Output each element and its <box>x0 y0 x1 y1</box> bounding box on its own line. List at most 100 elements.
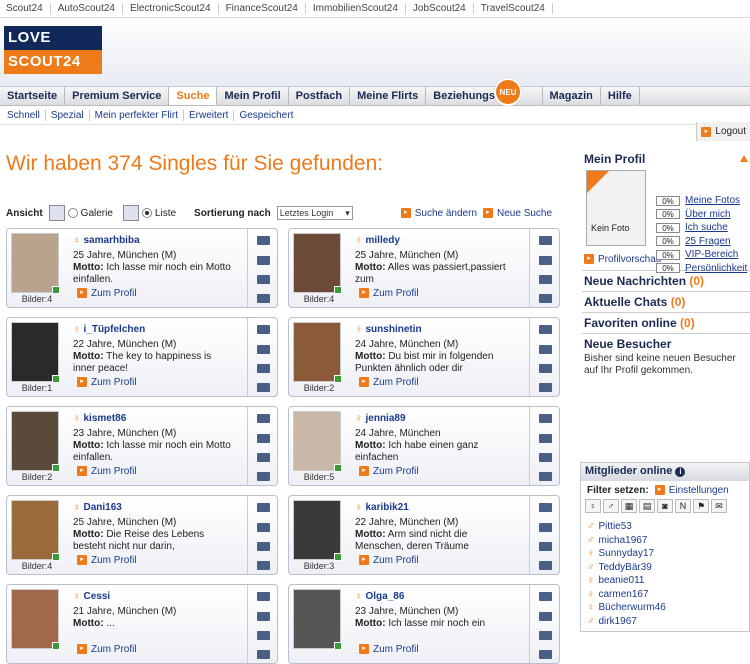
change-search-link[interactable]: ▸ Suche ändern <box>400 208 477 219</box>
chat-icon[interactable] <box>257 503 270 512</box>
member-name-link[interactable]: ♀ Olga_86 <box>355 591 404 602</box>
member-card[interactable]: Bilder:4 ♀ milledy 25 Jahre, München (M) Mot… <box>288 228 560 308</box>
zum-profil-link[interactable]: ▸ Zum Profil <box>359 377 419 388</box>
card-icon[interactable] <box>539 275 552 284</box>
member-photo[interactable] <box>293 322 342 383</box>
subnav-spezial[interactable]: Spezial <box>46 109 90 121</box>
nav-mein-profil[interactable]: Mein Profil <box>217 87 289 105</box>
member-card[interactable]: Bilder:4 ♀ Dani163 25 Jahre, München (M) Mot… <box>6 495 278 575</box>
progress-link[interactable]: Persönlichkeit <box>685 263 747 274</box>
list-view-icon[interactable] <box>122 205 139 221</box>
nav-hilfe[interactable]: Hilfe <box>601 87 640 105</box>
new-search-link[interactable]: ▸ Neue Suche <box>483 208 552 219</box>
card-icon[interactable] <box>539 453 552 462</box>
nav-meine-flirts[interactable]: Meine Flirts <box>350 87 427 105</box>
collapse-icon[interactable] <box>740 155 748 162</box>
favoriten-online[interactable]: Favoriten online (0) <box>582 312 750 333</box>
mein-profil-heading[interactable]: Mein Profil <box>582 152 750 170</box>
online-user[interactable]: ♂ TeddyBär39 <box>587 562 749 576</box>
add-favorite-icon[interactable] <box>257 472 270 481</box>
chat-icon[interactable] <box>539 236 552 245</box>
member-photo[interactable] <box>293 233 342 294</box>
message-icon[interactable] <box>539 612 552 621</box>
online-user[interactable]: ♂ micha1967 <box>587 535 749 549</box>
member-name-link[interactable]: ♀ karibik21 <box>355 502 409 513</box>
logo[interactable]: LOVE SCOUT24 <box>4 26 102 74</box>
card-icon[interactable] <box>539 364 552 373</box>
network-link[interactable]: AutoScout24 <box>51 3 123 14</box>
info-icon[interactable]: i <box>675 467 686 477</box>
add-favorite-icon[interactable] <box>539 561 552 570</box>
message-icon[interactable] <box>539 523 552 532</box>
nav-suche[interactable]: Suche <box>169 87 218 105</box>
chat-icon[interactable] <box>257 325 270 334</box>
member-card[interactable]: Bilder:1 ♀ i_Tüpfelchen 22 Jahre, München (… <box>6 317 278 397</box>
message-icon[interactable] <box>539 434 552 443</box>
zum-profil-link[interactable]: ▸ Zum Profil <box>77 288 137 299</box>
message-icon[interactable] <box>257 523 270 532</box>
member-name-link[interactable]: ♀ jennia89 <box>355 413 406 424</box>
add-favorite-icon[interactable] <box>257 383 270 392</box>
add-favorite-icon[interactable] <box>539 294 552 303</box>
gallery-view-icon[interactable] <box>48 205 65 221</box>
network-link[interactable]: TravelScout24 <box>474 3 553 14</box>
chat-icon[interactable] <box>257 414 270 423</box>
female-filter-icon[interactable]: ♀ <box>585 499 601 513</box>
member-card[interactable]: Bilder:2 ♀ kismet86 23 Jahre, München (M) Mo… <box>6 406 278 486</box>
member-name-link[interactable]: ♀ milledy <box>355 235 400 246</box>
network-link[interactable]: ElectronicScout24 <box>123 3 219 14</box>
nav-beziehungstyp[interactable]: Beziehungstyp <box>426 87 543 105</box>
profile-progress-item[interactable]: 0% Meine Fotos <box>656 194 747 208</box>
online-user[interactable]: ♀ Bücherwurm46 <box>587 602 749 616</box>
add-favorite-icon[interactable] <box>539 383 552 392</box>
list-radio[interactable] <box>141 208 152 218</box>
member-card[interactable]: Bilder:5 ♀ jennia89 24 Jahre, München Motto:… <box>288 406 560 486</box>
online-user[interactable]: ♀ beanie011 <box>587 575 749 589</box>
region-filter-icon[interactable]: ▤ <box>639 499 655 513</box>
card-icon[interactable] <box>257 364 270 373</box>
add-favorite-icon[interactable] <box>539 650 552 659</box>
online-user[interactable]: ♀ Sunnyday17 <box>587 548 749 562</box>
online-user[interactable]: ♂ Pittie53 <box>587 521 749 535</box>
chat-icon[interactable] <box>257 236 270 245</box>
subnav-gespeichert[interactable]: Gespeichert <box>234 110 298 121</box>
member-name-link[interactable]: ♀ i_Tüpfelchen <box>73 324 145 335</box>
zum-profil-link[interactable]: ▸ Zum Profil <box>359 288 419 299</box>
member-photo[interactable] <box>11 500 60 561</box>
network-link[interactable]: ImmobilienScout24 <box>306 3 406 14</box>
subnav-perfekter-flirt[interactable]: Mein perfekter Flirt <box>90 109 184 121</box>
add-favorite-icon[interactable] <box>257 294 270 303</box>
member-card[interactable]: ♀ Cessi 21 Jahre, München (M) Motto: ... ▸ Zu… <box>6 584 278 664</box>
member-photo[interactable] <box>11 589 60 650</box>
chat-icon[interactable] <box>539 503 552 512</box>
subnav-erweitert[interactable]: Erweitert <box>184 109 235 121</box>
member-name-link[interactable]: ♀ Cessi <box>73 591 110 602</box>
progress-link[interactable]: Meine Fotos <box>685 195 740 206</box>
online-user[interactable]: ♀ carmen167 <box>587 589 749 603</box>
zum-profil-link[interactable]: ▸ Zum Profil <box>77 377 137 388</box>
message-icon[interactable] <box>257 434 270 443</box>
card-icon[interactable] <box>539 542 552 551</box>
card-icon[interactable] <box>539 631 552 640</box>
progress-link[interactable]: Ich suche <box>685 222 728 233</box>
chat-icon[interactable] <box>257 592 270 601</box>
member-name-link[interactable]: ♀ samarhbiba <box>73 235 140 246</box>
chat-icon[interactable] <box>539 325 552 334</box>
member-photo[interactable] <box>11 233 60 294</box>
zum-profil-link[interactable]: ▸ Zum Profil <box>359 644 419 655</box>
flag-filter-icon[interactable]: ⚑ <box>693 499 709 513</box>
network-link[interactable]: Scout24 <box>4 3 51 14</box>
card-icon[interactable] <box>257 542 270 551</box>
progress-link[interactable]: 25 Fragen <box>685 236 731 247</box>
logout-button[interactable]: ▸ Logout <box>696 122 750 141</box>
message-icon[interactable] <box>257 345 270 354</box>
gallery-radio[interactable] <box>67 208 78 218</box>
member-photo[interactable] <box>11 411 60 472</box>
age-filter-icon[interactable]: ▦ <box>621 499 637 513</box>
settings-link[interactable]: Einstellungen <box>669 485 729 496</box>
nav-postfach[interactable]: Postfach <box>289 87 351 105</box>
progress-link[interactable]: VIP-Bereich <box>685 249 738 260</box>
zum-profil-link[interactable]: ▸ Zum Profil <box>77 644 137 655</box>
profile-progress-item[interactable]: 0% VIP-Bereich <box>656 248 747 262</box>
network-link[interactable]: JobScout24 <box>406 3 474 14</box>
